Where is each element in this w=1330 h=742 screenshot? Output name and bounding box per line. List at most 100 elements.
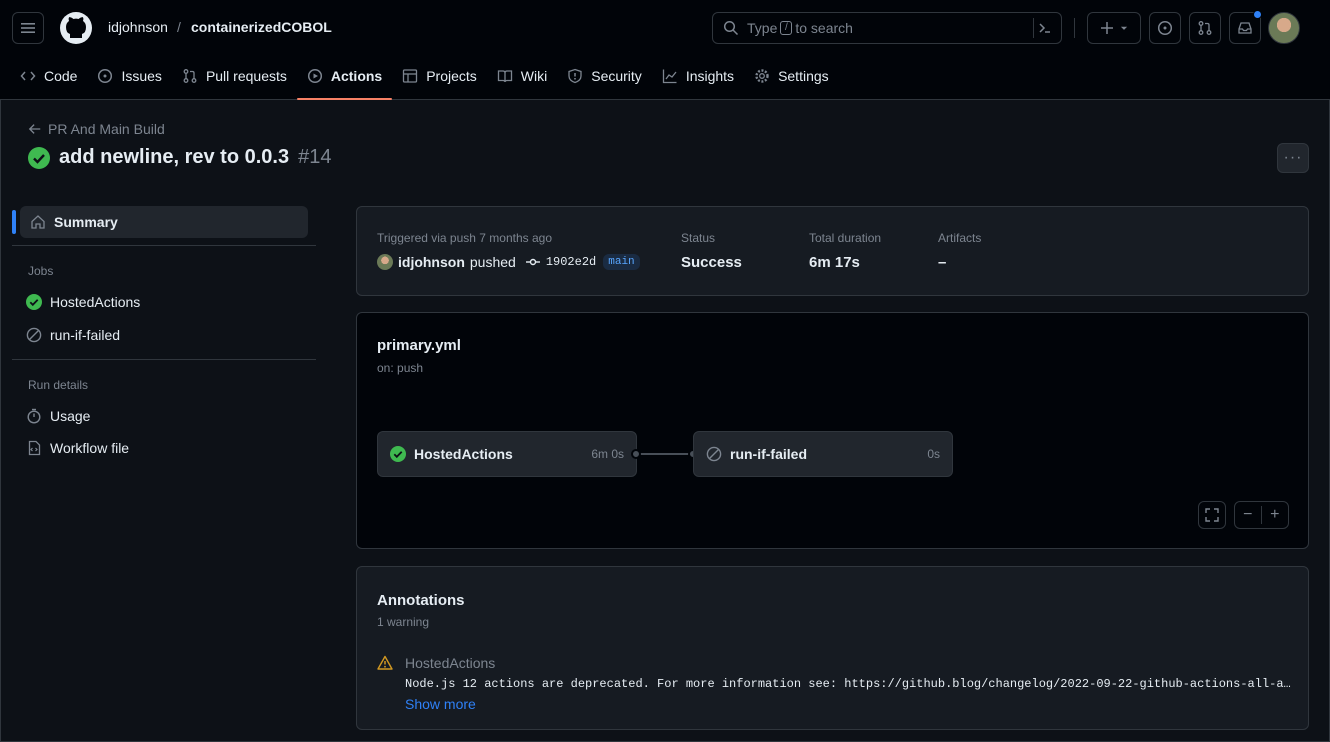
fullscreen-button[interactable] [1198,501,1226,529]
duration-label: Total duration [809,231,882,245]
annotations-title: Annotations [377,592,465,609]
screen-full-icon [1205,508,1219,522]
issues-button[interactable] [1149,12,1181,44]
search-icon [723,20,739,36]
commit-sha-link[interactable]: 1902e2d [546,255,596,269]
annotation-message: Node.js 12 actions are deprecated. For m… [405,677,1295,691]
trigger-action: pushed [469,254,516,270]
job-name: run-if-failed [730,446,807,462]
tab-settings[interactable]: Settings [744,60,839,92]
job-duration: 6m 0s [591,447,624,461]
sidebar-divider [12,245,316,246]
sidebar-item-workflow-file[interactable]: Workflow file [26,440,129,456]
page-title: add newline, rev to 0.0.3 #14 [28,146,331,169]
workflow-file-name: primary.yml [377,337,461,354]
show-more-button[interactable]: Show more [405,696,476,712]
back-link-label: PR And Main Build [48,121,165,137]
run-summary-panel: Triggered via push 7 months ago idjohnso… [356,206,1309,296]
annotations-panel: Annotations 1 warning HostedActions Node… [356,566,1309,730]
home-icon [31,215,45,229]
book-icon [497,70,512,83]
repo-name-link[interactable]: containerizedCOBOL [191,19,332,35]
sidebar-item-hostedactions[interactable]: HostedActions [26,294,140,310]
global-header: idjohnson / containerizedCOBOL Type / to… [0,0,1330,100]
issue-opened-icon [1157,20,1173,36]
pull-requests-button[interactable] [1189,12,1221,44]
graph-icon [662,69,677,84]
sidebar-workflow-file-label: Workflow file [50,440,130,456]
connector-dot [631,449,641,459]
tab-code[interactable]: Code [10,60,87,92]
sidebar-divider [12,359,316,360]
sidebar-job-label: HostedActions [50,294,141,310]
search-input[interactable]: Type / to search [712,12,1062,44]
skip-icon [706,446,722,462]
check-circle-fill-icon [390,446,406,462]
arrow-left-icon [28,124,41,134]
git-pull-request-icon [183,69,197,83]
command-palette-button[interactable] [1033,18,1055,38]
tab-insights-label: Insights [685,68,735,84]
git-commit-icon [525,258,540,266]
hamburger-icon [21,23,35,33]
sidebar-item-usage[interactable]: Usage [26,408,90,424]
issue-opened-icon [98,68,113,84]
zoom-out-button[interactable]: − [1235,506,1262,524]
tab-issues[interactable]: Issues [87,60,171,92]
github-logo-icon[interactable] [60,12,92,44]
artifacts-value: – [938,254,947,271]
sidebar-item-summary[interactable]: Summary [20,206,308,238]
repo-nav: Code Issues Pull requests Actions Projec… [10,60,839,100]
tab-insights[interactable]: Insights [652,60,744,92]
sidebar-run-details-heading: Run details [28,378,89,392]
table-icon [403,69,418,83]
create-new-button[interactable] [1087,12,1141,44]
file-code-icon [28,440,41,456]
tab-pull-requests[interactable]: Pull requests [172,60,297,92]
plus-icon [1101,22,1113,34]
skip-icon [26,327,42,343]
avatar[interactable] [377,254,393,270]
search-prefix: Type [747,20,778,36]
job-node-run-if-failed[interactable]: run-if-failed 0s [693,431,953,477]
actor-link[interactable]: idjohnson [398,254,465,270]
sidebar-active-marker [12,210,16,234]
job-duration: 0s [927,447,940,461]
alert-icon [377,655,393,670]
menu-button[interactable] [12,12,44,44]
annotations-count: 1 warning [377,615,430,629]
shield-icon [568,68,582,84]
tab-actions[interactable]: Actions [296,60,393,100]
tab-pull-requests-label: Pull requests [205,68,287,84]
run-title: add newline, rev to 0.0.3 [59,146,290,168]
repo-owner-link[interactable]: idjohnson [108,19,168,35]
job-node-hostedactions[interactable]: HostedActions 6m 0s [377,431,637,477]
branch-badge[interactable]: main [603,254,640,270]
zoom-controls: − + [1234,501,1289,529]
stopwatch-icon [27,408,41,424]
path-separator: / [177,19,181,35]
tab-settings-label: Settings [778,68,829,84]
sidebar-item-run-if-failed[interactable]: run-if-failed [26,327,120,343]
more-options-button[interactable]: ··· [1277,143,1309,173]
status-value: Success [681,254,742,271]
duration-value: 6m 17s [809,254,860,271]
tab-projects[interactable]: Projects [392,60,487,92]
tab-wiki-label: Wiki [520,68,548,84]
user-avatar[interactable] [1268,12,1300,44]
tab-security[interactable]: Security [557,60,652,92]
tab-wiki[interactable]: Wiki [487,60,557,92]
tab-actions-label: Actions [330,68,383,84]
tab-issues-label: Issues [121,68,162,84]
workflow-graph-panel: primary.yml on: push HostedActions 6m 0s… [356,312,1309,549]
status-label: Status [681,231,716,245]
gear-icon [755,69,769,83]
run-number: #14 [298,146,332,168]
back-to-workflow-link[interactable]: PR And Main Build [28,121,165,137]
triggered-label: Triggered via push 7 months ago [377,231,552,245]
zoom-in-button[interactable]: + [1262,506,1288,524]
check-circle-fill-icon [28,146,50,169]
annotation-item: HostedActions [377,655,495,671]
annotation-source-link[interactable]: HostedActions [405,655,495,671]
tab-security-label: Security [591,68,642,84]
